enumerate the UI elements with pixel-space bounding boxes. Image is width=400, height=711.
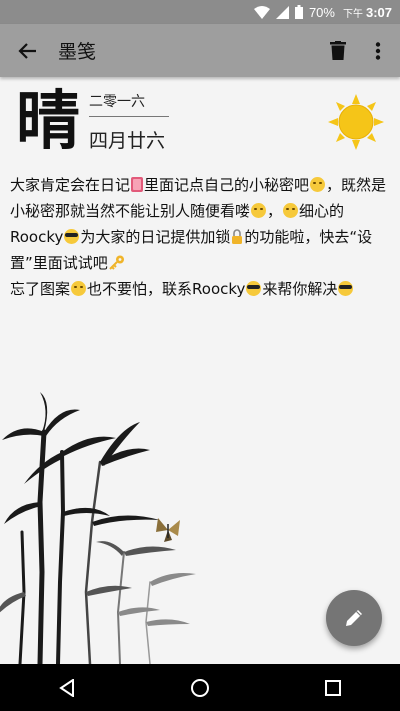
nerd-emoji-icon-2 [246, 281, 262, 296]
nav-recents-icon [325, 679, 342, 696]
nav-home-button[interactable] [170, 664, 230, 711]
battery-icon [294, 5, 303, 19]
smile-emoji-icon [71, 281, 87, 296]
unamused-emoji-icon [283, 203, 299, 218]
pencil-icon [346, 610, 362, 626]
diary-content[interactable]: 大家肯定会在日记 里面记点自己的小秘密吧 ，既然是小秘密那就当然不能让别人随便看喽，… [10, 172, 392, 302]
system-nav-bar [0, 664, 400, 711]
app-title: 墨笺 [58, 41, 97, 63]
nav-back-button[interactable] [37, 664, 97, 711]
status-clock: 3:07 [365, 4, 392, 20]
diary-paragraph-2: 忘了图案 也不要怕，联系Roocky 来帮你解决 [10, 276, 392, 302]
date-divider [89, 116, 169, 117]
lunar-date: 四月廿六 [89, 130, 166, 152]
app-bar: 墨笺 [0, 24, 400, 77]
trash-icon [330, 41, 346, 60]
diary-book-emoji-icon [131, 177, 144, 192]
nerd-emoji-icon [64, 229, 80, 244]
lock-emoji-icon [231, 226, 243, 244]
lunar-year: 二零一六 [89, 94, 145, 110]
status-ampm: 下午 [342, 8, 363, 20]
nav-back-icon [58, 678, 74, 697]
wifi-icon [253, 5, 270, 19]
battery-percent: 70% [308, 4, 335, 20]
edit-fab-button[interactable] [326, 590, 382, 646]
more-options-button[interactable] [358, 24, 398, 77]
delete-button[interactable] [318, 24, 358, 77]
more-vert-icon [375, 41, 381, 60]
laughing-emoji-icon [310, 177, 326, 192]
sun-icon[interactable] [328, 94, 384, 154]
sunglasses-emoji-icon [338, 281, 354, 296]
key-emoji-icon [109, 252, 125, 270]
back-button[interactable] [0, 24, 56, 77]
nav-recents-button[interactable] [303, 664, 363, 711]
cell-signal-icon [275, 5, 289, 19]
status-bar: 70% 下午 3:07 [0, 0, 400, 24]
smirk-emoji-icon [251, 203, 267, 218]
bamboo-painting [0, 392, 240, 668]
nav-home-icon [190, 678, 209, 697]
back-arrow-icon [18, 42, 36, 59]
diary-paragraph-1: 大家肯定会在日记 里面记点自己的小秘密吧 ，既然是小秘密那就当然不能让别人随便看喽，… [10, 176, 387, 272]
weather-character: 晴 [16, 84, 80, 159]
